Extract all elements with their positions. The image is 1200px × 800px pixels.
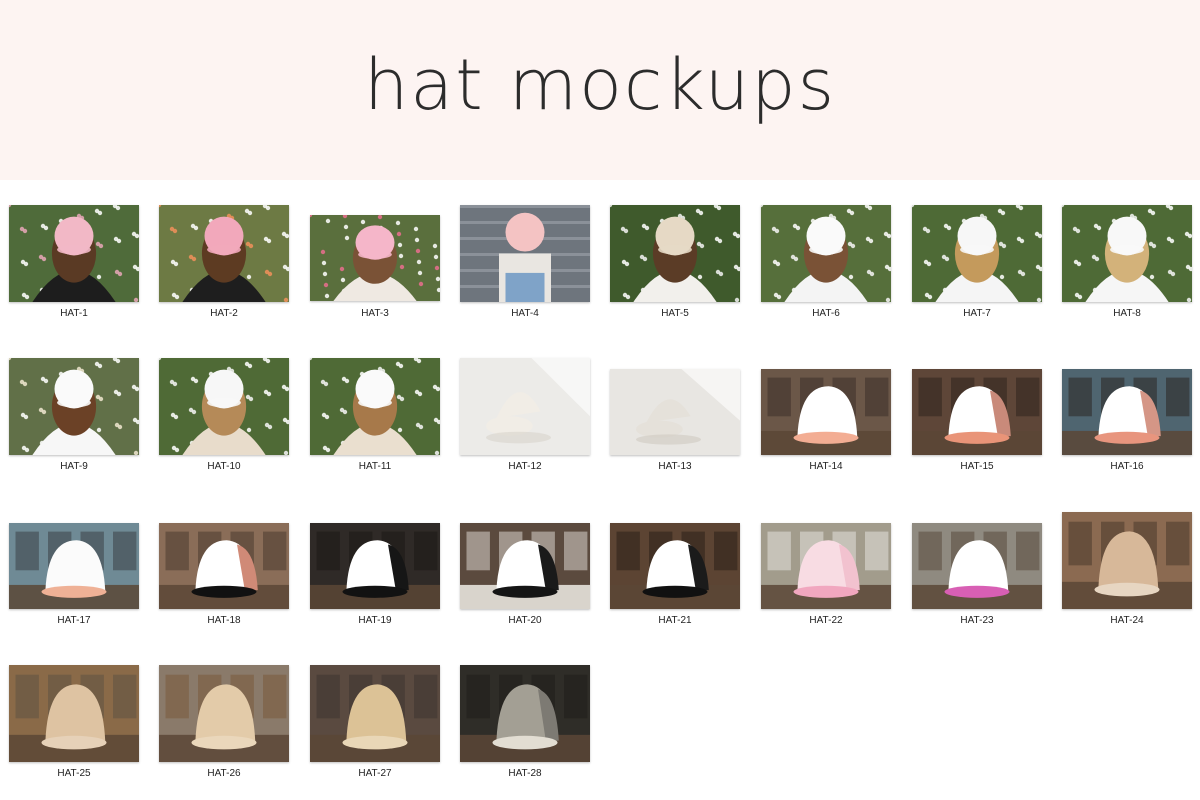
mockup-thumbnail[interactable] — [310, 523, 440, 609]
mockup-thumbnail[interactable] — [460, 205, 590, 302]
mockup-image — [761, 205, 891, 302]
mockup-thumbnail[interactable] — [159, 358, 289, 455]
mockup-label: HAT-25 — [57, 768, 91, 779]
mockup-label: HAT-13 — [658, 461, 692, 472]
mockup-image — [310, 358, 440, 455]
mockup-image — [460, 523, 590, 609]
mockup-thumbnail[interactable] — [460, 665, 590, 762]
mockup-image — [610, 205, 740, 302]
mockup-thumbnail[interactable] — [159, 665, 289, 762]
mockup-image — [159, 205, 289, 302]
mockup-label: HAT-1 — [60, 308, 88, 319]
mockup-label: HAT-20 — [508, 615, 542, 626]
mockup-image — [460, 665, 590, 762]
mockup-label: HAT-16 — [1110, 461, 1144, 472]
mockup-image — [912, 205, 1042, 302]
mockup-label: HAT-10 — [207, 461, 241, 472]
mockup-label: HAT-21 — [658, 615, 692, 626]
mockup-thumbnail[interactable] — [761, 369, 891, 455]
mockup-thumbnail[interactable] — [912, 523, 1042, 609]
mockup-thumbnail[interactable] — [9, 665, 139, 762]
mockup-image — [912, 523, 1042, 609]
mockup-image — [1062, 369, 1192, 455]
mockup-image — [761, 523, 891, 609]
mockup-thumbnail[interactable] — [9, 358, 139, 455]
mockup-image — [761, 369, 891, 455]
mockup-thumbnail[interactable] — [912, 369, 1042, 455]
mockup-image — [1062, 205, 1192, 302]
mockup-label: HAT-3 — [361, 308, 389, 319]
mockup-thumbnail[interactable] — [460, 523, 590, 609]
mockup-label: HAT-26 — [207, 768, 241, 779]
mockup-image — [9, 358, 139, 455]
mockup-image — [460, 205, 590, 302]
mockup-thumbnail[interactable] — [310, 215, 440, 301]
mockup-label: HAT-12 — [508, 461, 542, 472]
mockup-image — [460, 358, 590, 455]
mockup-thumbnail[interactable] — [310, 358, 440, 455]
mockup-thumbnail[interactable] — [761, 205, 891, 302]
mockup-thumbnail[interactable] — [761, 523, 891, 609]
mockup-thumbnail[interactable] — [610, 205, 740, 302]
mockup-label: HAT-28 — [508, 768, 542, 779]
mockup-thumbnail[interactable] — [159, 523, 289, 609]
mockup-image — [310, 215, 440, 301]
mockup-label: HAT-8 — [1113, 308, 1141, 319]
mockup-thumbnail[interactable] — [610, 369, 740, 455]
mockup-thumbnail[interactable] — [610, 523, 740, 609]
mockup-thumbnail[interactable] — [460, 358, 590, 455]
mockup-label: HAT-14 — [809, 461, 843, 472]
mockup-image — [310, 665, 440, 762]
mockup-label: HAT-9 — [60, 461, 88, 472]
mockup-label: HAT-24 — [1110, 615, 1144, 626]
mockup-image — [159, 523, 289, 609]
mockup-image — [610, 523, 740, 609]
mockup-label: HAT-17 — [57, 615, 91, 626]
mockup-label: HAT-18 — [207, 615, 241, 626]
mockup-label: HAT-19 — [358, 615, 392, 626]
mockup-image — [310, 523, 440, 609]
mockup-label: HAT-2 — [210, 308, 238, 319]
mockup-thumbnail[interactable] — [1062, 512, 1192, 609]
mockup-label: HAT-23 — [960, 615, 994, 626]
mockup-image — [1062, 512, 1192, 609]
mockup-image — [9, 523, 139, 609]
mockup-thumbnail[interactable] — [9, 205, 139, 302]
mockup-label: HAT-4 — [511, 308, 539, 319]
mockup-thumbnail[interactable] — [912, 205, 1042, 302]
mockup-image — [610, 369, 740, 455]
mockup-label: HAT-7 — [963, 308, 991, 319]
mockup-grid: HAT-1 HAT-2 HAT-3 HAT-4 HAT-5 HAT-6 HAT-7 HAT-8… — [0, 0, 1200, 800]
mockup-thumbnail[interactable] — [9, 523, 139, 609]
mockup-label: HAT-5 — [661, 308, 689, 319]
mockup-image — [912, 369, 1042, 455]
mockup-label: HAT-11 — [358, 461, 392, 472]
mockup-label: HAT-27 — [358, 768, 392, 779]
mockup-image — [159, 665, 289, 762]
mockup-image — [159, 358, 289, 455]
mockup-label: HAT-6 — [812, 308, 840, 319]
mockup-image — [9, 205, 139, 302]
mockup-thumbnail[interactable] — [1062, 205, 1192, 302]
mockup-label: HAT-22 — [809, 615, 843, 626]
mockup-thumbnail[interactable] — [310, 665, 440, 762]
mockup-thumbnail[interactable] — [159, 205, 289, 302]
mockup-label: HAT-15 — [960, 461, 994, 472]
mockup-thumbnail[interactable] — [1062, 369, 1192, 455]
mockup-image — [9, 665, 139, 762]
